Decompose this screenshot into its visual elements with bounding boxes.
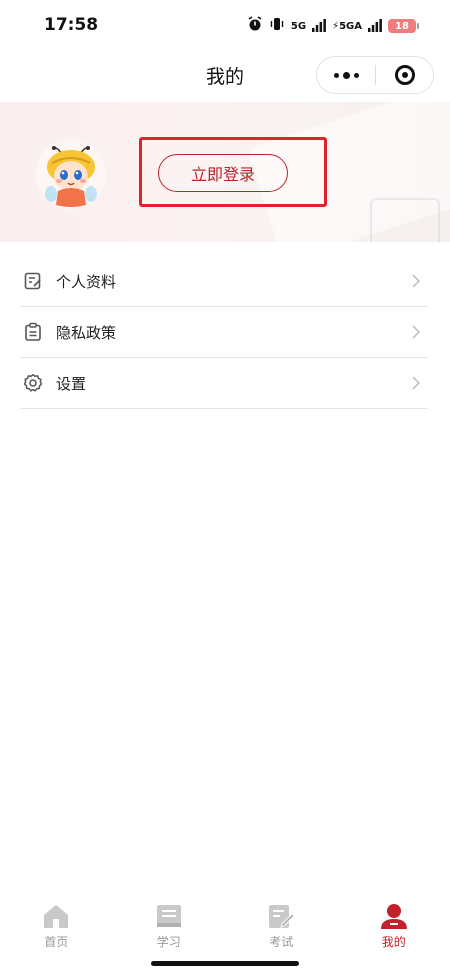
exam-edit-icon [266,901,296,931]
status-time: 17:58 [44,15,99,35]
chevron-right-icon [406,271,426,291]
close-miniprogram-button[interactable] [376,57,433,93]
vibrate-icon [269,16,285,36]
clipboard-icon [22,321,44,343]
tab-label: 首页 [44,935,69,949]
target-circle-icon [394,65,415,85]
book-icon [154,901,184,931]
profile-banner: 立即登录 [0,102,450,242]
miniprogram-capsule [316,56,434,94]
signal-bars-icon-2 [368,17,382,36]
banner-decoration [370,198,440,242]
tab-mine[interactable]: 我的 [338,896,450,952]
dot-icon [353,72,359,78]
tab-home[interactable]: 首页 [0,896,113,952]
bee-mascot-icon [36,139,106,209]
signal-5ga-icon: ⚡5GA [332,20,362,32]
more-menu-button[interactable] [317,57,375,93]
chevron-right-icon [406,373,426,393]
status-bar: 17:58 5G ⚡5GA 18 [0,0,450,52]
nav-bar: 我的 [0,52,450,100]
dot-icon [342,71,350,79]
tab-label: 我的 [381,935,406,949]
status-icons: 5G ⚡5GA 18 [247,16,419,36]
home-icon [41,901,71,931]
screen: 17:58 5G ⚡5GA 18 我的 立即登录 个人资料 隐私政策 设置 首页… [0,0,450,972]
menu-item-label: 个人资料 [56,272,117,291]
battery-icon: 18 [388,19,419,33]
home-indicator [151,961,299,966]
menu-item-privacy[interactable]: 隐私政策 [20,307,428,358]
menu-item-profile[interactable]: 个人资料 [20,256,428,307]
edit-doc-icon [22,270,44,292]
tab-bar: 首页 学习 考试 我的 [0,896,450,952]
menu-item-settings[interactable]: 设置 [20,358,428,409]
menu-item-label: 隐私政策 [56,323,117,342]
login-button[interactable]: 立即登录 [158,154,288,192]
avatar[interactable] [36,139,106,209]
tab-label: 学习 [156,935,181,949]
tab-study[interactable]: 学习 [113,896,226,952]
chevron-right-icon [406,322,426,342]
dot-icon [333,72,339,78]
signal-bars-icon [312,17,326,36]
alarm-icon [247,16,263,36]
gear-icon [22,372,44,394]
tab-label: 考试 [269,935,294,949]
user-icon [379,901,409,931]
menu-item-label: 设置 [56,374,87,393]
tab-exam[interactable]: 考试 [225,896,338,952]
menu-list: 个人资料 隐私政策 设置 [20,256,428,409]
signal-5g-icon: 5G [290,20,307,32]
